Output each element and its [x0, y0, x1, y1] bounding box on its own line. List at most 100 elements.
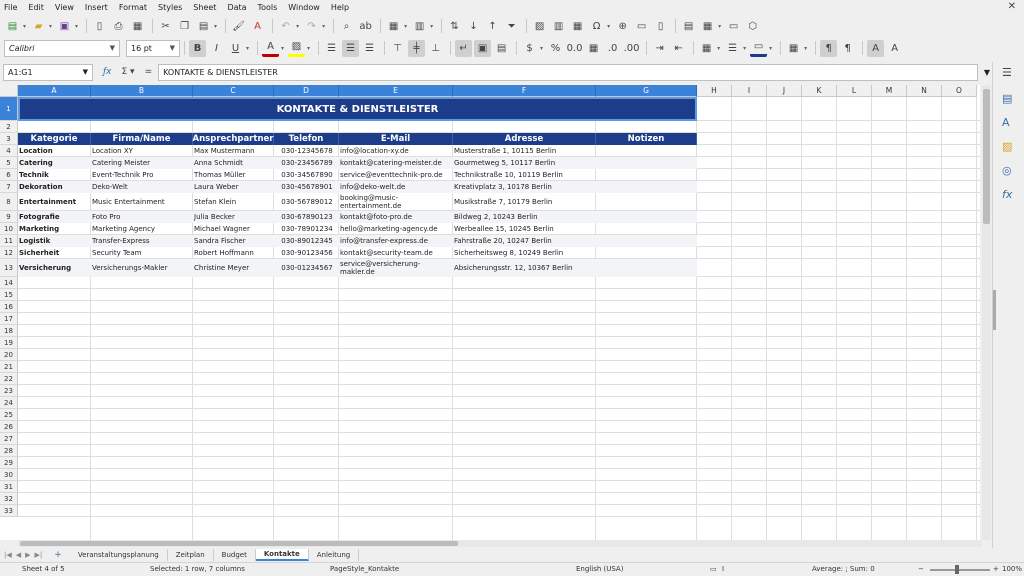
- chevron-down-icon[interactable]: ▾: [307, 45, 310, 52]
- sheet-title-cell[interactable]: KONTAKTE & DIENSTLEISTER: [18, 97, 697, 121]
- menu-format[interactable]: Format: [119, 3, 147, 12]
- row-header-10[interactable]: 10: [0, 223, 18, 235]
- row-header-4[interactable]: 4: [0, 145, 18, 157]
- autofilter-icon[interactable]: ⏷: [503, 18, 520, 35]
- column-header-l[interactable]: L: [837, 85, 872, 97]
- close-document-icon[interactable]: ✕: [1008, 1, 1016, 12]
- row-header-3[interactable]: 3: [0, 133, 18, 145]
- highlight-color-icon[interactable]: ▨: [288, 40, 306, 57]
- table-cell[interactable]: Technikstraße 10, 10119 Berlin: [453, 169, 596, 181]
- header-cell[interactable]: Ansprechpartner: [193, 133, 274, 145]
- table-cell[interactable]: Gourmetweg 5, 10117 Berlin: [453, 157, 596, 169]
- menu-tools[interactable]: Tools: [258, 3, 278, 12]
- table-cell[interactable]: 030-12345678: [274, 145, 339, 157]
- row-header-15[interactable]: 15: [0, 289, 18, 301]
- border-style-icon[interactable]: ☰: [724, 40, 741, 57]
- header-cell[interactable]: Adresse: [453, 133, 596, 145]
- chevron-down-icon[interactable]: ▼: [170, 44, 175, 52]
- cut-icon[interactable]: ✂: [157, 18, 174, 35]
- sidebar-resize-handle[interactable]: [993, 290, 996, 330]
- chevron-down-icon[interactable]: ▾: [281, 45, 284, 52]
- paste-icon[interactable]: ▤: [195, 18, 212, 35]
- chevron-down-icon[interactable]: ▾: [540, 45, 543, 52]
- row-header-20[interactable]: 20: [0, 349, 18, 361]
- table-cell[interactable]: info@location-xy.de: [339, 145, 453, 157]
- print-preview-icon[interactable]: ▦: [129, 18, 146, 35]
- zoom-out-icon[interactable]: −: [918, 565, 924, 573]
- open-folder-icon[interactable]: ▰: [30, 18, 47, 35]
- chevron-down-icon[interactable]: ▾: [404, 23, 407, 30]
- table-cell[interactable]: Music Entertainment: [91, 193, 193, 211]
- table-cell[interactable]: info@deko-welt.de: [339, 181, 453, 193]
- conditional-format-icon[interactable]: ▦: [785, 40, 802, 57]
- merge-center-icon[interactable]: ▣: [474, 39, 492, 57]
- table-cell[interactable]: [596, 259, 697, 277]
- sidebar-menu-icon[interactable]: ☰: [1002, 66, 1012, 79]
- date-format-icon[interactable]: ▦: [585, 40, 602, 57]
- table-cell[interactable]: [596, 145, 697, 157]
- chevron-down-icon[interactable]: ▾: [23, 23, 26, 30]
- zoom-slider[interactable]: [930, 569, 990, 571]
- align-bottom-icon[interactable]: ⊥: [427, 40, 444, 57]
- table-cell[interactable]: Deko-Welt: [91, 181, 193, 193]
- properties-icon[interactable]: ▤: [1002, 92, 1012, 105]
- special-character-icon[interactable]: Ω: [588, 18, 605, 35]
- column-header-h[interactable]: H: [697, 85, 732, 97]
- row-header-24[interactable]: 24: [0, 397, 18, 409]
- table-cell[interactable]: Foto Pro: [91, 211, 193, 223]
- row-header-25[interactable]: 25: [0, 409, 18, 421]
- table-cell[interactable]: [596, 247, 697, 259]
- table-cell[interactable]: Kreativplatz 3, 10178 Berlin: [453, 181, 596, 193]
- table-cell[interactable]: 030-89012345: [274, 235, 339, 247]
- row-header-9[interactable]: 9: [0, 211, 18, 223]
- row-header-28[interactable]: 28: [0, 445, 18, 457]
- table-cell[interactable]: 030-34567890: [274, 169, 339, 181]
- row-header-22[interactable]: 22: [0, 373, 18, 385]
- table-cell[interactable]: Sandra Fischer: [193, 235, 274, 247]
- header-cell[interactable]: Kategorie: [18, 133, 91, 145]
- vertical-scroll-thumb[interactable]: [983, 89, 990, 224]
- table-cell[interactable]: Event-Technik Pro: [91, 169, 193, 181]
- status-language[interactable]: English (USA): [576, 565, 623, 573]
- table-cell[interactable]: [596, 193, 697, 211]
- chevron-down-icon[interactable]: ▾: [322, 23, 325, 30]
- menu-styles[interactable]: Styles: [158, 3, 182, 12]
- table-cell[interactable]: Location XY: [91, 145, 193, 157]
- functions-icon[interactable]: fx: [1002, 188, 1012, 201]
- table-cell[interactable]: 030-90123456: [274, 247, 339, 259]
- menu-help[interactable]: Help: [331, 3, 349, 12]
- column-header-c[interactable]: C: [193, 85, 274, 97]
- table-cell[interactable]: Werbeallee 15, 10245 Berlin: [453, 223, 596, 235]
- insert-chart-icon[interactable]: ▥: [550, 18, 567, 35]
- sort-icon[interactable]: ⇅: [446, 18, 463, 35]
- underline-icon[interactable]: U: [227, 40, 244, 57]
- font-size-box[interactable]: 16 pt ▼: [126, 39, 180, 57]
- column-header-g[interactable]: G: [596, 85, 697, 97]
- find-replace-icon[interactable]: ⌕: [338, 18, 355, 35]
- spelling-icon[interactable]: ab: [357, 18, 374, 35]
- export-pdf-icon[interactable]: ▯: [91, 18, 108, 35]
- status-summary[interactable]: Average: ; Sum: 0: [812, 565, 875, 573]
- bold-icon[interactable]: B: [189, 39, 206, 57]
- hyperlink-icon[interactable]: ⊕: [614, 18, 631, 35]
- row-header-6[interactable]: 6: [0, 169, 18, 181]
- align-right-icon[interactable]: ☰: [361, 40, 378, 57]
- menu-file[interactable]: File: [4, 3, 17, 12]
- column-header-m[interactable]: M: [872, 85, 907, 97]
- previous-sheet-icon[interactable]: ◀: [16, 551, 21, 559]
- table-cell[interactable]: Logistik: [18, 235, 91, 247]
- table-cell[interactable]: booking@music-entertainment.de: [339, 193, 453, 211]
- table-cell[interactable]: [596, 181, 697, 193]
- table-cell[interactable]: Location: [18, 145, 91, 157]
- decrease-indent-icon[interactable]: ⇤: [670, 40, 687, 57]
- vertical-scrollbar[interactable]: [982, 85, 991, 540]
- table-cell[interactable]: Michael Wagner: [193, 223, 274, 235]
- table-cell[interactable]: Catering Meister: [91, 157, 193, 169]
- zoom-level[interactable]: 100%: [1002, 565, 1022, 573]
- row-header-18[interactable]: 18: [0, 325, 18, 337]
- column-header-b[interactable]: B: [91, 85, 193, 97]
- table-cell[interactable]: Musterstraße 1, 10115 Berlin: [453, 145, 596, 157]
- selection-mode-icon[interactable]: ▭: [710, 565, 717, 573]
- row-header-2[interactable]: 2: [0, 121, 18, 133]
- borders-icon[interactable]: ▦: [698, 40, 715, 57]
